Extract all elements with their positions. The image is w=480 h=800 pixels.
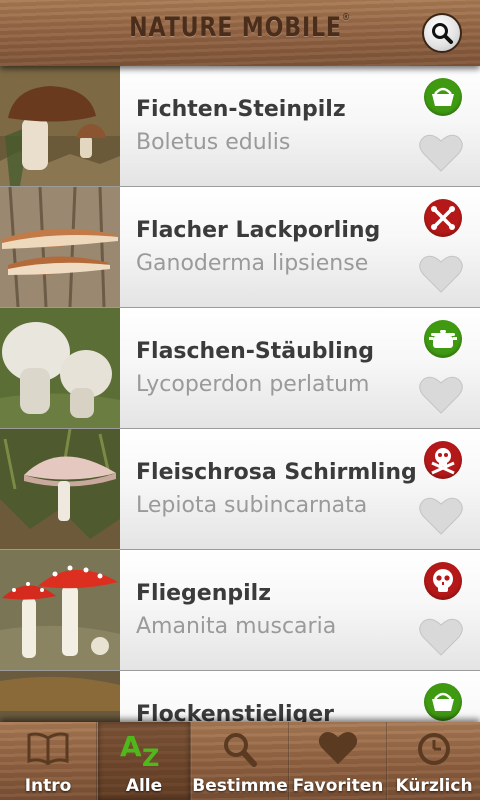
logo-registered-mark: ® [341,12,351,23]
bottom-tab-bar: Intro A Z Alle Bestimme Favoriten Kürzli… [0,722,480,800]
mushroom-name: Fichten-Steinpilz [136,97,346,122]
mushroom-name: Flockenstieliger [136,702,335,722]
favorite-heart-icon[interactable] [418,617,464,657]
search-icon [432,23,453,44]
list-item[interactable]: Flacher Lackporling Ganoderma lipsiense [0,187,480,308]
mushroom-latin-name: Boletus edulis [136,130,291,155]
tab-label: Bestimme [192,776,288,796]
book-icon [27,732,69,766]
poisonous-badge [424,562,462,600]
tab-alle[interactable]: A Z Alle [98,722,190,800]
mushroom-thumbnail [0,308,120,428]
tab-bestimme[interactable]: Bestimme [192,722,288,800]
mushroom-latin-name: Lepiota subincarnata [136,493,368,518]
tab-kuerzlich[interactable]: Kürzlich [388,722,480,800]
favorite-heart-icon[interactable] [418,496,464,536]
edible-badge [424,320,462,358]
list-item[interactable]: Fichten-Steinpilz Boletus edulis [0,66,480,187]
poisonous-badge [424,441,462,479]
list-item[interactable]: Fleischrosa Schirmling Lepiota subincarn… [0,429,480,550]
list-item[interactable]: Flaschen-Stäubling Lycoperdon perlatum [0,308,480,429]
tab-intro[interactable]: Intro [0,722,96,800]
app-header: NATURE MOBILE® [0,0,480,66]
cooking-pot-icon [429,330,457,348]
tab-label: Kürzlich [395,776,473,796]
a-z-icon: A Z [120,730,159,768]
mushroom-name: Flacher Lackporling [136,218,381,243]
mushroom-thumbnail [0,66,120,186]
list-item[interactable]: Flockenstieliger [0,671,480,722]
tab-label: Alle [125,776,163,796]
search-button[interactable] [422,13,462,53]
mushroom-name: Fliegenpilz [136,581,271,606]
mushroom-list[interactable]: Fichten-Steinpilz Boletus edulis Flacher… [0,66,480,722]
tab-label: Intro [24,776,72,796]
basket-icon [432,87,454,106]
svg-text:Z: Z [142,744,159,768]
edible-badge [424,683,462,721]
magnifier-icon [224,733,257,767]
favorite-heart-icon[interactable] [418,254,464,294]
tab-label: Favoriten [292,776,384,796]
mushroom-thumbnail [0,671,120,722]
skull-crossbones-icon [431,448,455,475]
mushroom-thumbnail [0,187,120,307]
inedible-badge [424,199,462,237]
tab-favoriten[interactable]: Favoriten [290,722,386,800]
nature-mobile-logo: NATURE MOBILE® [43,12,437,43]
svg-text:A: A [120,730,142,763]
logo-text: NATURE MOBILE [129,12,342,43]
mushroom-thumbnail [0,429,120,549]
crossed-bones-icon [431,206,455,230]
favorite-heart-icon[interactable] [418,375,464,415]
basket-icon [432,692,454,711]
skull-icon [433,569,453,592]
favorite-heart-icon[interactable] [418,133,464,173]
mushroom-thumbnail [0,550,120,670]
heart-icon [318,731,358,765]
mushroom-latin-name: Amanita muscaria [136,614,337,639]
mushroom-latin-name: Lycoperdon perlatum [136,372,370,397]
clock-icon [418,733,450,765]
mushroom-name: Fleischrosa Schirmling [136,460,417,485]
mushroom-name: Flaschen-Stäubling [136,339,375,364]
edible-badge [424,78,462,116]
mushroom-latin-name: Ganoderma lipsiense [136,251,369,276]
list-item[interactable]: Fliegenpilz Amanita muscaria [0,550,480,671]
